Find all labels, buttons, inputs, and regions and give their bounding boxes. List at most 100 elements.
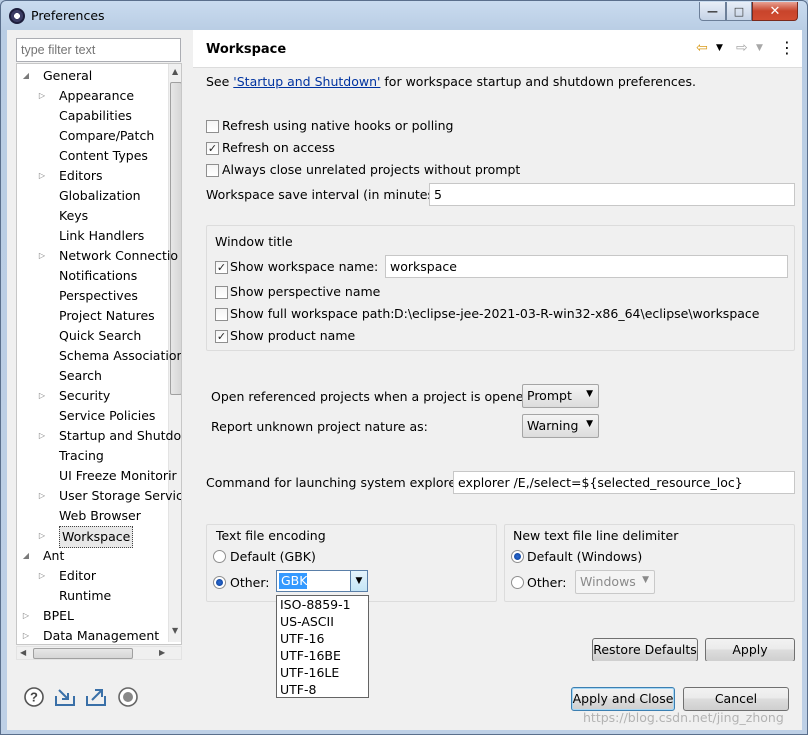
workspace-name-input[interactable]: workspace bbox=[385, 255, 788, 278]
close-button[interactable]: ✕ bbox=[752, 2, 798, 21]
tree-item-label: UI Freeze Monitorir bbox=[59, 468, 177, 483]
save-interval-input[interactable]: 5 bbox=[429, 183, 795, 206]
tree-collapsed-icon[interactable]: ▷ bbox=[37, 526, 47, 546]
save-interval-label: Workspace save interval (in minutes): bbox=[206, 187, 444, 202]
eclipse-icon bbox=[9, 8, 25, 24]
refresh-native-label: Refresh using native hooks or polling bbox=[222, 118, 454, 133]
page-header: Workspace ⇦ ▼ ⇨ ▼ ⋮ bbox=[193, 30, 802, 68]
tree-collapsed-icon[interactable]: ▷ bbox=[37, 166, 47, 186]
show-product-checkbox[interactable]: ✓ bbox=[215, 330, 228, 343]
command-label: Command for launching system explorer: bbox=[206, 475, 466, 490]
delimiter-other-radio[interactable] bbox=[511, 576, 524, 589]
refresh-on-access-checkbox[interactable]: ✓ bbox=[206, 142, 219, 155]
scroll-down-icon[interactable]: ▼ bbox=[172, 626, 178, 635]
maximize-button[interactable]: □ bbox=[726, 2, 752, 21]
chevron-down-icon[interactable]: ▼ bbox=[350, 571, 367, 591]
tree-item-label: Search bbox=[59, 368, 102, 383]
sash[interactable] bbox=[186, 30, 192, 661]
scroll-right-icon[interactable]: ▶ bbox=[159, 648, 165, 657]
tree-item-label: Service Policies bbox=[59, 408, 156, 423]
back-icon[interactable]: ⇦ bbox=[696, 40, 708, 56]
oomph-record-icon[interactable] bbox=[117, 686, 139, 708]
encoding-default-label: Default (GBK) bbox=[230, 549, 316, 564]
import-icon[interactable] bbox=[54, 686, 76, 708]
scroll-left-icon[interactable]: ◀ bbox=[20, 648, 26, 657]
help-icon[interactable]: ? bbox=[23, 686, 45, 708]
svg-text:?: ? bbox=[30, 690, 38, 705]
tree-item-label: Editors bbox=[59, 168, 103, 183]
minimize-icon: — bbox=[707, 4, 718, 18]
tree-expanded-icon[interactable]: ◢ bbox=[21, 66, 31, 86]
tree-collapsed-icon[interactable]: ▷ bbox=[37, 386, 47, 406]
open-referenced-label: Open referenced projects when a project … bbox=[211, 389, 536, 404]
export-icon[interactable] bbox=[85, 686, 107, 708]
page-title: Workspace bbox=[206, 42, 287, 57]
tree-collapsed-icon[interactable]: ▷ bbox=[37, 426, 47, 446]
show-perspective-checkbox[interactable] bbox=[215, 286, 228, 299]
tree-item-label: Notifications bbox=[59, 268, 138, 283]
tree-collapsed-icon[interactable]: ▷ bbox=[37, 566, 47, 586]
close-unrelated-label: Always close unrelated projects without … bbox=[222, 162, 521, 177]
preference-page: Workspace ⇦ ▼ ⇨ ▼ ⋮ See 'Startup and Shu… bbox=[193, 30, 802, 662]
tree-horizontal-scrollbar[interactable]: ◀ ▶ bbox=[16, 646, 182, 660]
refresh-on-access-label: Refresh on access bbox=[222, 140, 335, 155]
preference-tree: ▲ ▼ ◢ General ▷ Appearance Capabilities Compa… bbox=[16, 63, 182, 645]
tree-item-label: BPEL bbox=[43, 608, 74, 623]
tree-item-label: Data Management bbox=[43, 628, 160, 643]
filter-input[interactable] bbox=[16, 38, 181, 62]
encoding-default-radio[interactable] bbox=[213, 550, 226, 563]
show-full-path-label: Show full workspace path: bbox=[230, 306, 395, 321]
open-referenced-select[interactable]: Prompt ▼ bbox=[522, 384, 599, 408]
minimize-button[interactable]: — bbox=[699, 2, 726, 21]
show-workspace-name-checkbox[interactable]: ✓ bbox=[215, 261, 228, 274]
report-nature-select[interactable]: Warning ▼ bbox=[522, 414, 599, 438]
delimiter-default-radio[interactable] bbox=[511, 550, 524, 563]
apply-and-close-button[interactable]: Apply and Close bbox=[571, 687, 675, 711]
forward-icon[interactable]: ⇨ bbox=[736, 40, 748, 56]
tree-item-label: Perspectives bbox=[59, 288, 138, 303]
tree-expanded-icon[interactable]: ◢ bbox=[21, 546, 31, 566]
view-menu-icon[interactable]: ⋮ bbox=[779, 38, 795, 57]
tree-collapsed-icon[interactable]: ▷ bbox=[21, 626, 31, 644]
cancel-button[interactable]: Cancel bbox=[683, 687, 789, 711]
tree-item-label: Content Types bbox=[59, 148, 148, 163]
close-icon: ✕ bbox=[769, 3, 781, 19]
tree-collapsed-icon[interactable]: ▷ bbox=[37, 86, 47, 106]
tree-item-label: Keys bbox=[59, 208, 89, 223]
tree-item-label: General bbox=[43, 68, 93, 83]
title-bar[interactable]: Preferences — □ ✕ bbox=[1, 1, 807, 31]
restore-defaults-button[interactable]: Restore Defaults bbox=[592, 638, 698, 662]
command-input[interactable]: explorer /E,/select=${selected_resource_… bbox=[453, 471, 795, 494]
delimiter-default-label: Default (Windows) bbox=[527, 549, 643, 564]
encoding-option[interactable]: UTF-8 bbox=[277, 681, 368, 698]
tree-collapsed-icon[interactable]: ▷ bbox=[37, 246, 47, 266]
close-unrelated-checkbox[interactable] bbox=[206, 164, 219, 177]
tree-item-label: Appearance bbox=[59, 88, 135, 103]
encoding-option[interactable]: UTF-16LE bbox=[277, 664, 368, 681]
refresh-native-checkbox[interactable] bbox=[206, 120, 219, 133]
preferences-window: Preferences — □ ✕ ▲ ▼ ◢ General ▷ Appearanc… bbox=[0, 0, 808, 735]
tree-collapsed-icon[interactable]: ▷ bbox=[37, 486, 47, 506]
encoding-option[interactable]: US-ASCII bbox=[277, 613, 368, 630]
tree-item-label: Ant bbox=[43, 548, 65, 563]
chevron-down-icon: ▼ bbox=[586, 419, 593, 429]
encoding-option[interactable]: UTF-16BE bbox=[277, 647, 368, 664]
show-full-path-checkbox[interactable] bbox=[215, 308, 228, 321]
tree-item-label: Web Browser bbox=[59, 508, 141, 523]
encoding-other-radio[interactable] bbox=[213, 576, 226, 589]
intro-suffix: for workspace startup and shutdown prefe… bbox=[380, 74, 696, 89]
encoding-select[interactable]: GBK ▼ bbox=[276, 570, 368, 592]
forward-menu-icon[interactable]: ▼ bbox=[756, 43, 763, 53]
hscroll-thumb[interactable] bbox=[33, 648, 133, 659]
maximize-icon: □ bbox=[733, 4, 745, 18]
back-menu-icon[interactable]: ▼ bbox=[716, 43, 723, 53]
chevron-down-icon: ▼ bbox=[642, 575, 649, 585]
encoding-option[interactable]: ISO-8859-1 bbox=[277, 596, 368, 613]
apply-button[interactable]: Apply bbox=[705, 638, 795, 662]
delimiter-select[interactable]: Windows ▼ bbox=[575, 570, 655, 594]
tree-collapsed-icon[interactable]: ▷ bbox=[21, 606, 31, 626]
show-product-label: Show product name bbox=[230, 328, 356, 343]
scroll-up-icon[interactable]: ▲ bbox=[172, 67, 178, 76]
encoding-option[interactable]: UTF-16 bbox=[277, 630, 368, 647]
startup-shutdown-link[interactable]: 'Startup and Shutdown' bbox=[233, 74, 380, 89]
